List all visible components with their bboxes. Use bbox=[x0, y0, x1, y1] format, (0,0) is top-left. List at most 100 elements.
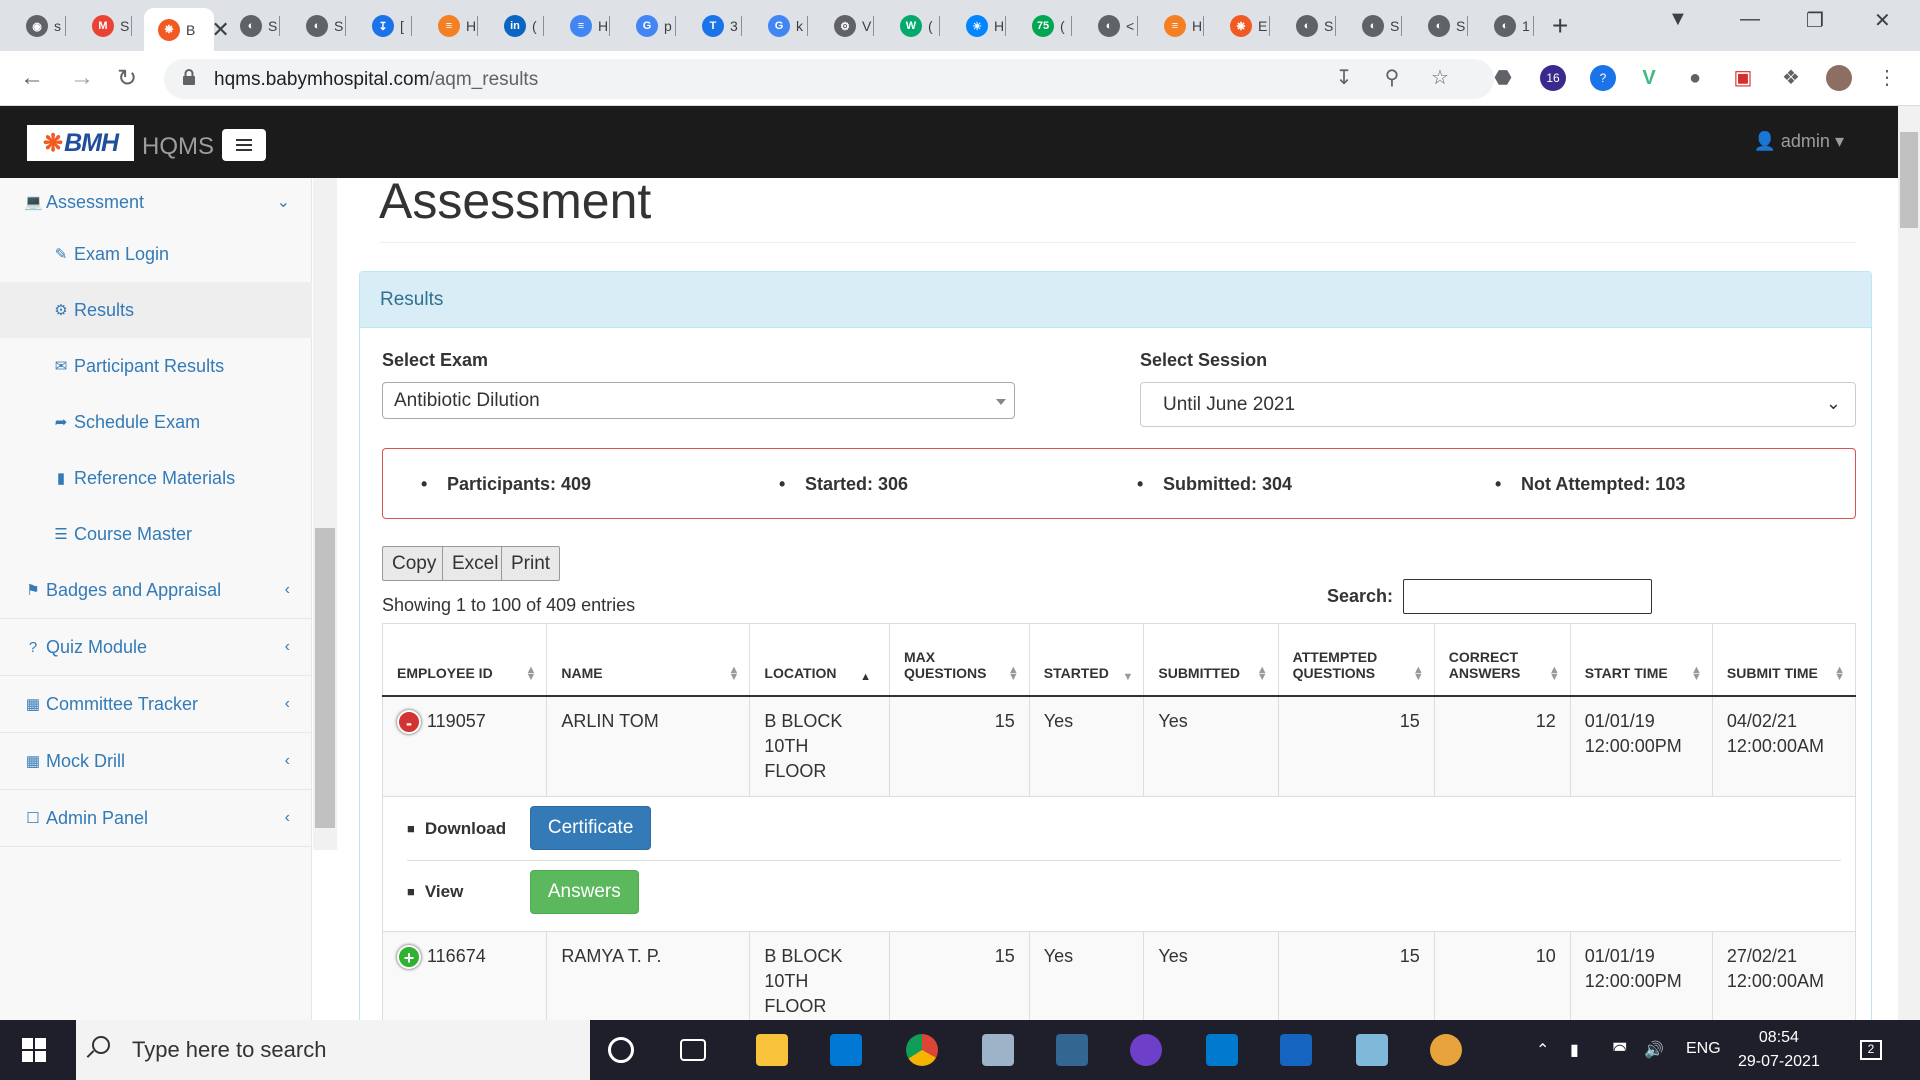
print-button[interactable]: Print bbox=[501, 546, 561, 581]
browser-tab[interactable]: ◐ S bbox=[292, 8, 346, 44]
browser-tab[interactable]: ≡ H bbox=[1150, 8, 1204, 44]
browser-tab[interactable]: ❋ B ✕ bbox=[144, 8, 230, 51]
page-scroll-thumb[interactable] bbox=[1900, 132, 1918, 228]
address-bar[interactable]: hqms.babymhospital.com/aqm_results ↧ ⚲ ☆ bbox=[164, 59, 1494, 99]
profile-avatar[interactable] bbox=[1826, 65, 1852, 91]
sidebar-item-assessment[interactable]: 💻 Assessment ⌄ bbox=[0, 178, 312, 226]
browser-tab[interactable]: ≡ H bbox=[424, 8, 478, 44]
browser-tab[interactable]: ↧[ bbox=[358, 8, 412, 44]
collapse-row-icon[interactable]: - bbox=[397, 709, 421, 734]
browser-tab[interactable]: ◉ s bbox=[12, 8, 66, 44]
task-view-icon[interactable] bbox=[680, 1039, 706, 1061]
certificate-button[interactable]: Certificate bbox=[529, 806, 652, 850]
select-exam-dropdown[interactable]: Antibiotic Dilution bbox=[382, 382, 1015, 419]
menu-dots-icon[interactable]: ⋮ bbox=[1874, 65, 1900, 91]
notes-icon[interactable] bbox=[1356, 1034, 1388, 1066]
browser-tab[interactable]: Gk bbox=[754, 8, 808, 44]
battery-icon[interactable]: ▮ bbox=[1570, 1040, 1579, 1060]
column-header[interactable]: MAX QUESTIONS ▲ ▼ bbox=[888, 623, 1030, 697]
volume-icon[interactable]: 🔊 bbox=[1644, 1040, 1664, 1060]
extension-badge-icon[interactable]: 16 bbox=[1540, 65, 1566, 91]
tray-arrow-icon[interactable]: ⌃ bbox=[1536, 1040, 1549, 1060]
chrome-icon[interactable] bbox=[906, 1034, 938, 1066]
sidebar-item-results[interactable]: ⚙ Results bbox=[0, 282, 312, 338]
column-header[interactable]: ATTEMPTED QUESTIONS ▲ ▼ bbox=[1277, 623, 1435, 697]
browser-tab[interactable]: ◐ < bbox=[1084, 8, 1138, 44]
back-icon[interactable]: ← bbox=[20, 64, 44, 92]
cortana-icon[interactable] bbox=[608, 1037, 634, 1063]
search-input[interactable] bbox=[1403, 579, 1652, 614]
browser-tab[interactable]: ◐ S bbox=[1348, 8, 1402, 44]
sidebar-item-quiz-module[interactable]: ? Quiz Module ‹ bbox=[0, 619, 312, 676]
column-header[interactable]: START TIME ▲ ▼ bbox=[1569, 623, 1713, 697]
table-row[interactable]: +116674 RAMYA T. P. B BLOCK 10TH FLOOR 15 Ye… bbox=[381, 930, 1857, 1032]
extension-help-icon[interactable]: ? bbox=[1590, 65, 1616, 91]
sidebar-item-mock-drill[interactable]: ▦ Mock Drill ‹ bbox=[0, 733, 312, 790]
column-header[interactable]: EMPLOYEE ID ▲ ▼ bbox=[381, 623, 548, 697]
select-session-dropdown[interactable]: Until June 2021 ⌄ bbox=[1140, 382, 1856, 427]
sidebar-item-course-master[interactable]: ☰ Course Master bbox=[0, 506, 312, 562]
extension-red-icon[interactable]: ▣ bbox=[1730, 65, 1756, 91]
browser-tab[interactable]: ◐ S bbox=[1414, 8, 1468, 44]
browser-tab[interactable]: ◐ S bbox=[1282, 8, 1336, 44]
browser-tab[interactable]: in ( bbox=[490, 8, 544, 44]
clock[interactable]: 08:54 29-07-2021 bbox=[1738, 1026, 1820, 1074]
browser-tab[interactable]: W( bbox=[886, 8, 940, 44]
sidebar-item-committee-tracker[interactable]: ▦ Committee Tracker ‹ bbox=[0, 676, 312, 733]
browser-tab[interactable]: Gp bbox=[622, 8, 676, 44]
extension-icon[interactable]: ⬣ bbox=[1490, 65, 1516, 91]
extension-circle-icon[interactable]: ● bbox=[1682, 65, 1708, 91]
column-header[interactable]: SUBMITTED ▲ ▼ bbox=[1143, 623, 1279, 697]
forward-icon[interactable]: → bbox=[70, 64, 94, 92]
answers-button[interactable]: Answers bbox=[529, 869, 639, 914]
user-menu[interactable]: 👤 admin ▾ bbox=[1753, 131, 1844, 152]
browser-tab[interactable]: ❋ E bbox=[1216, 8, 1270, 44]
reload-icon[interactable]: ↻ bbox=[117, 64, 137, 93]
browser-tab[interactable]: MS bbox=[78, 8, 132, 44]
sidebar-scroll-thumb[interactable] bbox=[315, 528, 335, 828]
browser-tab[interactable]: ☀ H bbox=[952, 8, 1006, 44]
copy-button[interactable]: Copy bbox=[382, 546, 447, 581]
zoom-icon[interactable]: ⚲ bbox=[1379, 65, 1405, 91]
sidebar-item-reference-materials[interactable]: ▮ Reference Materials bbox=[0, 450, 312, 506]
column-header[interactable]: SUBMIT TIME ▲ ▼ bbox=[1711, 623, 1857, 697]
vue-devtools-icon[interactable]: V bbox=[1636, 65, 1662, 91]
column-header[interactable]: NAME ▲ ▼ bbox=[546, 623, 751, 697]
mail-icon[interactable] bbox=[830, 1034, 862, 1066]
browser-tab[interactable]: ◐ S bbox=[226, 8, 280, 44]
install-icon[interactable]: ↧ bbox=[1331, 65, 1357, 91]
browser-tab[interactable]: T3 bbox=[688, 8, 742, 44]
brand-name[interactable]: HQMS bbox=[142, 133, 214, 161]
vscode-icon[interactable] bbox=[1206, 1034, 1238, 1066]
column-header[interactable]: LOCATION ▲ bbox=[749, 623, 890, 697]
sidebar-item-schedule-exam[interactable]: ➦ Schedule Exam bbox=[0, 394, 312, 450]
browser-tab[interactable]: ≡ H bbox=[556, 8, 610, 44]
windows-start-icon[interactable] bbox=[22, 1038, 46, 1062]
paint-icon[interactable] bbox=[1430, 1034, 1462, 1066]
file-explorer-icon[interactable] bbox=[756, 1034, 788, 1066]
language-indicator[interactable]: ENG bbox=[1686, 1040, 1721, 1058]
photos-icon[interactable] bbox=[1280, 1034, 1312, 1066]
taskbar-search-input[interactable]: Type here to search bbox=[76, 1020, 590, 1080]
minimize-icon[interactable]: — bbox=[1740, 8, 1760, 31]
column-header[interactable]: CORRECT ANSWERS ▲ ▼ bbox=[1433, 623, 1571, 697]
restore-icon[interactable]: ❐ bbox=[1806, 8, 1824, 33]
app-icon[interactable] bbox=[982, 1034, 1014, 1066]
bookmark-star-icon[interactable]: ☆ bbox=[1427, 65, 1453, 91]
sidebar-item-participant-results[interactable]: ✉ Participant Results bbox=[0, 338, 312, 394]
sidebar-item-admin-panel[interactable]: ☐ Admin Panel ‹ bbox=[0, 790, 312, 847]
logo[interactable]: ❋ BMH bbox=[27, 125, 134, 161]
notification-icon[interactable]: 2 bbox=[1860, 1040, 1882, 1060]
sidebar-item-badges-and-appraisal[interactable]: ⚑ Badges and Appraisal ‹ bbox=[0, 562, 312, 619]
postgres-icon[interactable] bbox=[1056, 1034, 1088, 1066]
table-row[interactable]: -119057 ARLIN TOM B BLOCK 10TH FLOOR 15 Yes Y… bbox=[381, 695, 1857, 797]
sidebar-item-exam-login[interactable]: ✎ Exam Login bbox=[0, 226, 312, 282]
dropdown-circle-icon[interactable]: ▼ bbox=[1668, 8, 1688, 31]
browser-tab[interactable]: ◐ 1 bbox=[1480, 8, 1534, 44]
browser-tab[interactable]: ⚙ V bbox=[820, 8, 874, 44]
browser-tab[interactable]: 75 ( bbox=[1018, 8, 1072, 44]
github-desktop-icon[interactable] bbox=[1130, 1034, 1162, 1066]
excel-button[interactable]: Excel bbox=[442, 546, 509, 581]
column-header[interactable]: STARTED ▼ bbox=[1028, 623, 1145, 697]
sidebar-toggle-button[interactable] bbox=[222, 129, 266, 161]
